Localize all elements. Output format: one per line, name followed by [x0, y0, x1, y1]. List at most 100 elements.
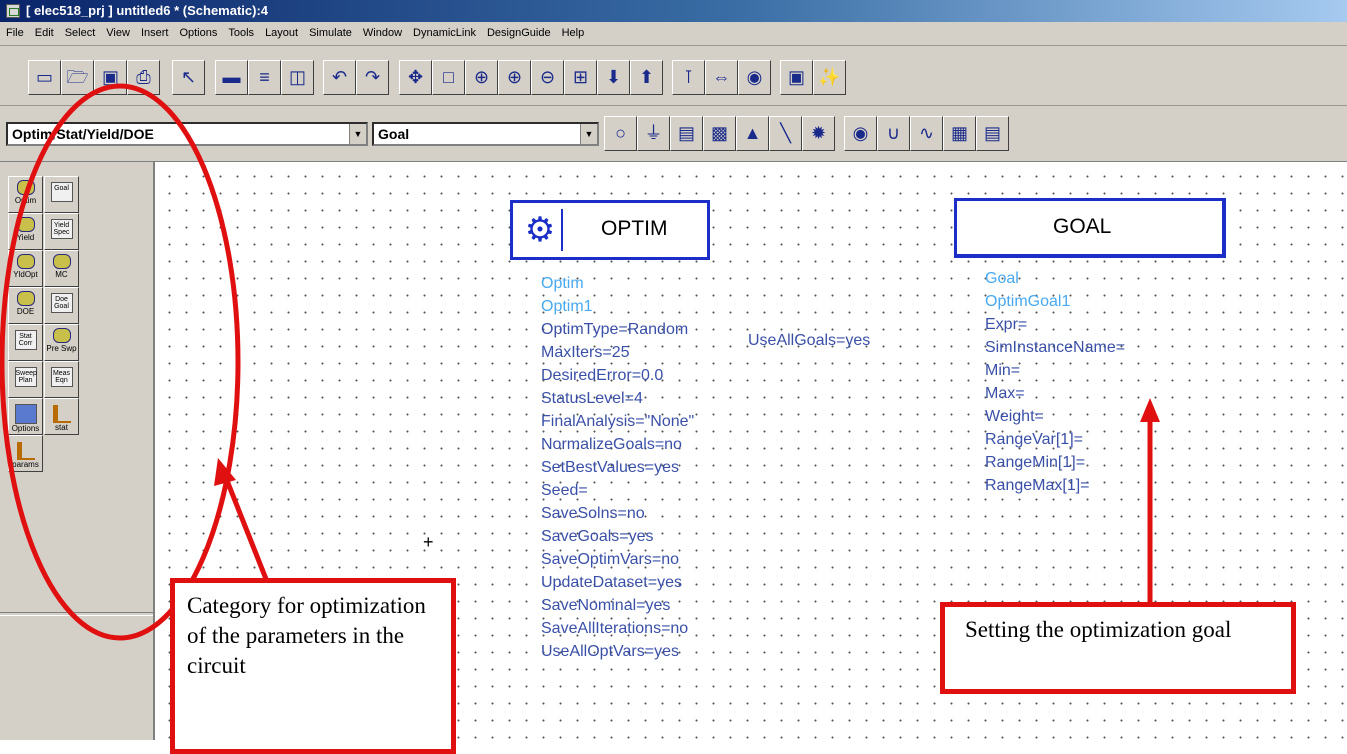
- goal-param: RangeMax[1]=: [985, 477, 1090, 494]
- palette-doe-goal[interactable]: Doe Goal: [44, 287, 79, 324]
- wire-icon[interactable]: ╲: [769, 116, 802, 151]
- menu-edit[interactable]: Edit: [35, 27, 54, 39]
- tuning-icon[interactable]: ✨: [813, 60, 846, 95]
- zoom-in-icon[interactable]: ⊕: [465, 60, 498, 95]
- zoom-point-icon[interactable]: ⊕: [498, 60, 531, 95]
- ground-icon[interactable]: ⏚: [637, 116, 670, 151]
- menu-dynamiclink[interactable]: DynamicLink: [413, 27, 476, 39]
- palette-yldopt[interactable]: YldOpt: [8, 250, 43, 287]
- mc-gear-icon: [52, 254, 71, 269]
- palette-item-label: Options: [11, 424, 40, 433]
- open-folder-icon[interactable]: 🗁: [61, 60, 94, 95]
- palette-goal[interactable]: Goal: [44, 176, 79, 213]
- menu-window[interactable]: Window: [363, 27, 402, 39]
- optim-param: SaveSolns=no: [541, 505, 645, 522]
- palette-optim[interactable]: Optim: [8, 176, 43, 213]
- display-template-icon[interactable]: ▩: [703, 116, 736, 151]
- menu-view[interactable]: View: [106, 27, 130, 39]
- optim-param: OptimType=Random: [541, 321, 689, 338]
- palette-yield[interactable]: Yield: [8, 213, 43, 250]
- component-toolbar: Optim/Stat/Yield/DOE ▼ Goal ▼ ○ ⏚ ▤ ▩ ▲ ╲ …: [0, 106, 1347, 162]
- menu-help[interactable]: Help: [562, 27, 585, 39]
- new-file-icon[interactable]: ▭: [28, 60, 61, 95]
- goal-component[interactable]: GOAL: [954, 198, 1226, 258]
- delete-icon[interactable]: ◫: [281, 60, 314, 95]
- palette-mc[interactable]: MC: [44, 250, 79, 287]
- palette-doe[interactable]: DOE: [8, 287, 43, 324]
- view-all-icon[interactable]: ⊞: [564, 60, 597, 95]
- palette-item-label: DOE: [16, 307, 35, 316]
- chevron-down-icon[interactable]: ▼: [349, 124, 366, 144]
- optim-param-use-all-goals: UseAllGoals=yes: [748, 332, 871, 349]
- data-file-icon[interactable]: ▤: [976, 116, 1009, 151]
- optim-param: UseAllOptVars=yes: [541, 643, 679, 660]
- goal-type: Goal: [985, 270, 1019, 287]
- palette-stat[interactable]: stat: [44, 398, 79, 435]
- menu-simulate[interactable]: Simulate: [309, 27, 352, 39]
- menu-tools[interactable]: Tools: [228, 27, 254, 39]
- goal-param: SimInstanceName=: [985, 339, 1126, 356]
- mirror-icon[interactable]: ⇔: [705, 60, 738, 95]
- goal-param: RangeMin[1]=: [985, 454, 1086, 471]
- var-equation-icon[interactable]: ▤: [670, 116, 703, 151]
- chevron-down-icon[interactable]: ▼: [580, 124, 597, 144]
- menu-insert[interactable]: Insert: [141, 27, 169, 39]
- redo-icon[interactable]: ↷: [356, 60, 389, 95]
- palette-yield-spec[interactable]: Yield Spec: [44, 213, 79, 250]
- palette-divider: [0, 612, 153, 616]
- goal-param: RangeVar[1]=: [985, 431, 1083, 448]
- menu-layout[interactable]: Layout: [265, 27, 298, 39]
- multi-wire-icon[interactable]: ≡: [248, 60, 281, 95]
- zoom-out-icon[interactable]: ⊖: [531, 60, 564, 95]
- pre-swp-gear-icon: [52, 328, 71, 343]
- component-select[interactable]: Goal ▼: [372, 122, 599, 146]
- optim-component[interactable]: ⚙ OPTIM: [510, 200, 710, 260]
- pop-out-icon[interactable]: ⬆: [630, 60, 663, 95]
- select-pointer-icon[interactable]: ↖: [172, 60, 205, 95]
- wire-label-icon[interactable]: ⊺: [672, 60, 705, 95]
- push-into-icon[interactable]: ⬇: [597, 60, 630, 95]
- zoom-area-icon[interactable]: □: [432, 60, 465, 95]
- category-callout: Category for optimization of the paramet…: [170, 578, 456, 754]
- goal-param: Min=: [985, 362, 1021, 379]
- menu-options[interactable]: Options: [179, 27, 217, 39]
- instrument-icon[interactable]: ▲: [736, 116, 769, 151]
- simulate-icon[interactable]: ▣: [780, 60, 813, 95]
- optim-param: SetBestValues=yes: [541, 459, 680, 476]
- undo-icon[interactable]: ↶: [323, 60, 356, 95]
- goal-param: Weight=: [985, 408, 1044, 425]
- optim-param: FinalAnalysis="None": [541, 413, 695, 430]
- palette-pre-swp[interactable]: Pre Swp: [44, 324, 79, 361]
- menu-file[interactable]: File: [6, 27, 24, 39]
- tune-icon[interactable]: ∪: [877, 116, 910, 151]
- save-icon[interactable]: ▣: [94, 60, 127, 95]
- palette-meas-eqn[interactable]: Meas Eqn: [44, 361, 79, 398]
- palette-select[interactable]: Optim/Stat/Yield/DOE ▼: [6, 122, 368, 146]
- component-library-icon[interactable]: ◉: [738, 60, 771, 95]
- optim-gear-icon: [16, 180, 35, 195]
- waveform-icon[interactable]: ∿: [910, 116, 943, 151]
- palette-item-label: Yield: [16, 233, 35, 242]
- optim-param: UpdateDataset=yes: [541, 574, 682, 591]
- optim-param: SaveAllIterations=no: [541, 620, 689, 637]
- wire-connect-icon[interactable]: ▬: [215, 60, 248, 95]
- palette-item-label: stat: [55, 423, 68, 432]
- goal-name: OptimGoal1: [985, 293, 1071, 310]
- palette-params[interactable]: params: [8, 435, 43, 472]
- palette-sweep-plan[interactable]: Sweep Plan: [8, 361, 43, 398]
- palette-item-label: Yield Spec: [50, 219, 73, 239]
- menu-designguide[interactable]: DesignGuide: [487, 27, 551, 39]
- print-icon[interactable]: ⎙: [127, 60, 160, 95]
- name-label-icon[interactable]: ✹: [802, 116, 835, 151]
- optim-palette-icon[interactable]: ◉: [844, 116, 877, 151]
- palette-item-label: MC: [55, 270, 68, 279]
- palette-item-label: Stat Corr: [14, 330, 37, 350]
- move-icon[interactable]: ✥: [399, 60, 432, 95]
- table-icon[interactable]: ▦: [943, 116, 976, 151]
- palette-options[interactable]: Options: [8, 398, 43, 435]
- port-icon[interactable]: ○: [604, 116, 637, 151]
- palette-select-value: Optim/Stat/Yield/DOE: [12, 126, 154, 142]
- menu-select[interactable]: Select: [65, 27, 96, 39]
- window-title: [ elec518_prj ] untitled6 * (Schematic):…: [26, 3, 269, 18]
- palette-stat-corr[interactable]: Stat Corr: [8, 324, 43, 361]
